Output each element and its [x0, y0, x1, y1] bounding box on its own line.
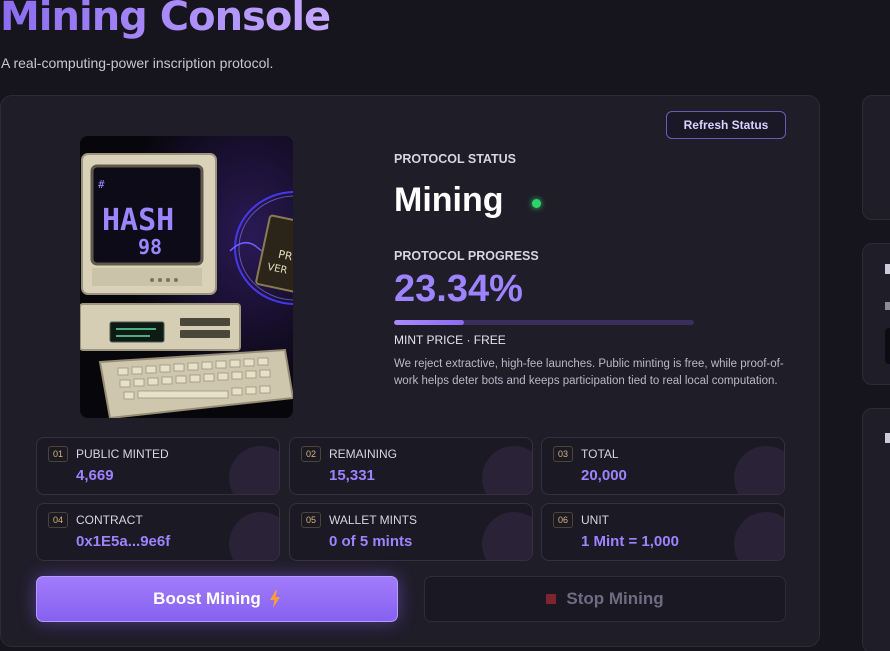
protocol-status-label: PROTOCOL STATUS — [394, 152, 516, 166]
stat-index: 04 — [48, 512, 68, 528]
boost-mining-label: Boost Mining — [153, 589, 261, 608]
stat-card-remaining: 02 REMAINING 15,331 — [289, 437, 533, 495]
stop-square-icon — [546, 594, 557, 604]
stat-card-public-minted: 01 PUBLIC MINTED 4,669 — [36, 437, 280, 495]
stat-value: 4,669 — [76, 467, 114, 484]
mining-console-card: Refresh Status PR VER # HASH 98 PROTOCOL… — [0, 95, 820, 647]
stop-mining-label: Stop Mining — [566, 589, 664, 608]
side-card-bottom — [862, 408, 890, 651]
stat-card-wallet-mints: 05 WALLET MINTS 0 of 5 mints — [289, 503, 533, 561]
stat-index: 02 — [301, 446, 321, 462]
stat-label: PUBLIC MINTED — [76, 447, 169, 461]
stat-value: 15,331 — [329, 467, 375, 484]
refresh-status-button[interactable]: Refresh Status — [666, 111, 786, 139]
stat-value: 1 Mint = 1,000 — [581, 533, 679, 550]
progress-bar-fill — [394, 320, 465, 325]
stat-value: 20,000 — [581, 467, 627, 484]
stat-card-unit: 06 UNIT 1 Mint = 1,000 — [541, 503, 785, 561]
stat-index: 06 — [553, 512, 573, 528]
progress-bar — [394, 320, 694, 325]
protocol-status-value: Mining — [394, 181, 504, 219]
page-title: Mining Console — [0, 0, 331, 40]
contract-address[interactable]: 0x1E5a...9e6f — [76, 533, 170, 550]
screen-text-hash: HASH — [102, 203, 174, 238]
protocol-description: We reject extractive, high-fee launches.… — [394, 358, 784, 387]
stat-index: 05 — [301, 512, 321, 528]
side-card-top — [862, 95, 890, 220]
retro-computer-illustration: PR VER # HASH 98 — [80, 136, 293, 418]
stat-label: WALLET MINTS — [329, 513, 418, 527]
stat-label: UNIT — [581, 513, 609, 527]
side-card-middle — [862, 243, 890, 385]
screen-tag: # — [98, 178, 105, 191]
stat-index: 03 — [553, 446, 573, 462]
boost-mining-button[interactable]: Boost Mining — [36, 576, 398, 622]
protocol-progress-value: 23.34% — [394, 268, 523, 310]
lightning-bolt-icon — [269, 590, 280, 608]
stat-card-total: 03 TOTAL 20,000 — [541, 437, 785, 495]
protocol-progress-label: PROTOCOL PROGRESS — [394, 249, 539, 263]
screen-text-number: 98 — [138, 235, 162, 259]
status-indicator-dot — [532, 199, 541, 208]
stat-label: TOTAL — [581, 447, 619, 461]
stat-card-contract: 04 CONTRACT 0x1E5a...9e6f — [36, 503, 280, 561]
stop-mining-button[interactable]: Stop Mining — [424, 576, 786, 622]
stat-index: 01 — [48, 446, 68, 462]
stat-label: REMAINING — [329, 447, 398, 461]
stat-label: CONTRACT — [76, 513, 143, 527]
page-subtitle: A real-computing-power inscription proto… — [1, 55, 274, 71]
mint-price: MINT PRICE · FREE — [394, 333, 506, 347]
stat-value: 0 of 5 mints — [329, 533, 413, 550]
